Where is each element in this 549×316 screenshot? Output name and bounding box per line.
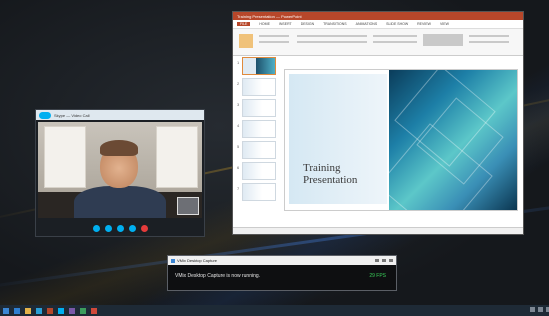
powerpoint-taskbar-icon[interactable] <box>47 307 53 314</box>
skype-logo-icon <box>39 111 51 119</box>
capture-status-message: VMix Desktop Capture is now running. <box>175 273 261 279</box>
slide-thumbnail[interactable]: 4 <box>237 120 276 138</box>
chat-button[interactable] <box>128 225 136 232</box>
tab-design[interactable]: DESIGN <box>301 22 314 26</box>
slide-thumbnail[interactable]: 6 <box>237 162 276 180</box>
shapes-gallery[interactable] <box>423 34 463 46</box>
capture-dialog[interactable]: VMix Desktop Capture VMix Desktop Captur… <box>168 256 396 290</box>
tab-file[interactable]: FILE <box>237 22 251 26</box>
slide-number: 6 <box>237 165 240 170</box>
capture-titlebar[interactable]: VMix Desktop Capture <box>168 256 396 265</box>
tab-slide-show[interactable]: SLIDE SHOW <box>386 22 408 26</box>
store-icon[interactable] <box>36 307 42 314</box>
slide-number: 3 <box>237 102 240 107</box>
paste-icon[interactable] <box>239 34 253 48</box>
ribbon-group <box>259 41 289 43</box>
hang-up-button[interactable] <box>140 225 148 232</box>
tab-insert[interactable]: INSERT <box>279 22 292 26</box>
capture-title: VMix Desktop Capture <box>177 258 218 263</box>
fps-readout: 29 FPS <box>369 273 386 279</box>
status-bar <box>233 227 523 234</box>
slide-number: 4 <box>237 123 240 128</box>
file-explorer-icon[interactable] <box>25 307 31 314</box>
ribbon-tabs: FILE HOME INSERT DESIGN TRANSITIONS ANIM… <box>233 20 523 29</box>
skype-window-title: Skype — Video Call <box>54 112 90 118</box>
slide-title-line: Presentation <box>303 174 358 186</box>
slide-thumbnail[interactable]: 2 <box>237 78 276 96</box>
close-icon[interactable] <box>389 259 393 262</box>
paragraph-controls <box>373 35 417 37</box>
call-controls <box>36 225 204 232</box>
start-button[interactable] <box>3 307 9 314</box>
taskbar <box>0 305 549 316</box>
skype-window[interactable]: Skype — Video Call <box>36 110 204 236</box>
tab-home[interactable]: HOME <box>259 22 270 26</box>
caller-body <box>74 186 166 218</box>
app-taskbar-icon[interactable] <box>91 307 97 314</box>
skype-titlebar[interactable]: Skype — Video Call <box>36 110 204 120</box>
volume-icon[interactable] <box>538 307 543 312</box>
tab-view[interactable]: VIEW <box>440 22 449 26</box>
tab-transitions[interactable]: TRANSITIONS <box>323 22 347 26</box>
slide-thumbnail[interactable]: 3 <box>237 99 276 117</box>
slide-thumbnail[interactable]: 1 <box>237 57 276 75</box>
slide-architecture-image <box>389 70 517 210</box>
add-participant-button[interactable] <box>116 225 124 232</box>
tab-review[interactable]: REVIEW <box>417 22 431 26</box>
video-toggle-button[interactable] <box>92 225 100 232</box>
slide-title-line: Training <box>303 162 341 174</box>
slide-number: 7 <box>237 186 240 191</box>
skype-taskbar-icon[interactable] <box>58 307 64 314</box>
window-controls <box>375 259 393 262</box>
mute-button[interactable] <box>104 225 112 232</box>
ppt-titlebar[interactable]: Training Presentation — PowerPoint <box>233 12 523 20</box>
app-icon <box>171 258 175 263</box>
slide-thumbnails-pane[interactable]: 1 2 3 4 5 6 7 <box>236 57 276 227</box>
app-taskbar-icon[interactable] <box>69 307 75 314</box>
ribbon-toolbar[interactable] <box>233 29 523 56</box>
slide-title[interactable]: Training Presentation <box>303 162 357 186</box>
powerpoint-window[interactable]: Training Presentation — PowerPoint FILE … <box>233 12 523 234</box>
editing-controls <box>469 35 509 37</box>
slide-number: 5 <box>237 144 240 149</box>
ie-icon[interactable] <box>14 307 20 314</box>
slide-number: 1 <box>237 60 240 65</box>
video-feed <box>38 122 202 218</box>
ribbon-group <box>259 35 289 37</box>
network-icon[interactable] <box>530 307 535 312</box>
maximize-icon[interactable] <box>382 259 386 262</box>
system-tray <box>530 307 549 312</box>
minimize-icon[interactable] <box>375 259 379 262</box>
bookshelf <box>156 126 198 188</box>
slide-editor[interactable]: Training Presentation <box>285 70 517 210</box>
caller-hair <box>100 140 138 156</box>
slide-thumbnail[interactable]: 7 <box>237 183 276 201</box>
ppt-window-title: Training Presentation — PowerPoint <box>237 13 302 19</box>
tab-animations[interactable]: ANIMATIONS <box>356 22 378 26</box>
editing-controls <box>469 41 509 43</box>
app-taskbar-icon[interactable] <box>80 307 86 314</box>
slide-number: 2 <box>237 81 240 86</box>
bookshelf <box>44 126 86 188</box>
font-controls <box>297 41 367 43</box>
slide-thumbnail[interactable]: 5 <box>237 141 276 159</box>
font-controls <box>297 35 367 37</box>
self-view-preview[interactable] <box>177 197 199 215</box>
paragraph-controls <box>373 41 417 43</box>
